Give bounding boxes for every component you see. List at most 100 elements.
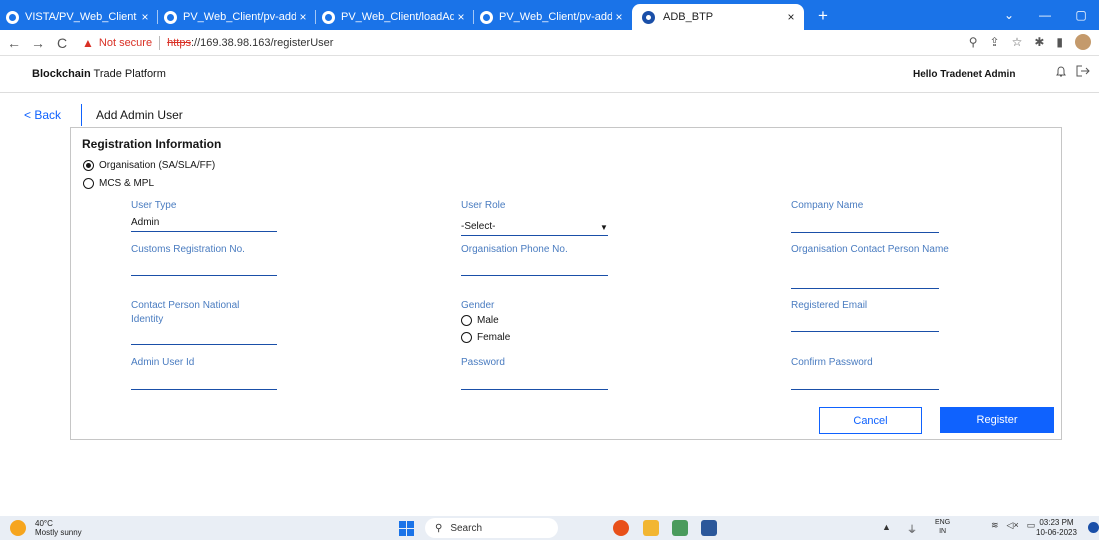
notification-center-icon[interactable]	[1088, 522, 1099, 533]
admin-user-id-label: Admin User Id	[131, 357, 195, 368]
browser-tab-1[interactable]: VISTA/PV_Web_Client at feat ×	[0, 4, 158, 30]
admin-user-id-field[interactable]	[131, 389, 277, 390]
registration-form-card: Registration Information Organisation (S…	[70, 127, 1062, 440]
share-icon[interactable]: ⇪	[990, 35, 1000, 49]
contact-national-id-label: Contact Person National Identity	[131, 300, 240, 325]
radio-selected-icon[interactable]	[83, 160, 94, 171]
radio-unselected-icon[interactable]	[83, 178, 94, 189]
radio-unselected-icon[interactable]	[461, 332, 472, 343]
tab-close-icon[interactable]: ×	[296, 10, 310, 24]
back-arrow-icon[interactable]: ←	[4, 35, 24, 51]
browser-tab-4[interactable]: PV_Web_Client/pv-address- ×	[474, 4, 632, 30]
clock[interactable]: 03:23 PM 10-06-2023	[1036, 518, 1077, 538]
wifi-icon[interactable]: ≋	[991, 520, 999, 531]
address-bar: ← → C ▲ Not secure https ://169.38.98.16…	[0, 30, 1099, 56]
radio-organisation[interactable]: Organisation (SA/SLA/FF)	[83, 160, 215, 171]
zoom-icon[interactable]: ⚲	[969, 35, 978, 49]
restore-icon[interactable]: ▢	[1063, 8, 1099, 22]
weather-condition: Mostly sunny	[35, 528, 82, 537]
not-secure-label[interactable]: Not secure	[99, 37, 152, 49]
app-favicon-icon	[642, 10, 655, 24]
page-title: Add Admin User	[96, 108, 183, 122]
brand-bold: Blockchain	[32, 68, 91, 80]
tab-title: PV_Web_Client/pv-address-	[183, 11, 296, 23]
radio-gender-female[interactable]: Female	[461, 332, 510, 343]
chevron-down-icon[interactable]: ▼	[600, 223, 608, 232]
tab-close-icon[interactable]: ×	[454, 10, 468, 24]
customs-registration-label: Customs Registration No.	[131, 244, 245, 255]
volume-icon[interactable]: ◁×	[1007, 520, 1019, 531]
radio-label: MCS & MPL	[99, 178, 155, 189]
user-role-select[interactable]: -Select-	[461, 221, 495, 232]
back-link[interactable]: < Back	[24, 108, 61, 122]
search-label: Search	[450, 522, 483, 534]
tab-title: ADB_BTP	[663, 11, 714, 23]
browser-tab-active[interactable]: ADB_BTP ×	[632, 4, 804, 30]
file-explorer-icon[interactable]	[643, 520, 659, 536]
windows-start-icon[interactable]	[399, 521, 414, 536]
registered-email-field[interactable]	[791, 331, 939, 332]
brand-rest: Trade Platform	[90, 68, 166, 80]
sidepanel-icon[interactable]: ▮	[1056, 35, 1063, 49]
new-tab-button[interactable]: +	[810, 4, 836, 30]
forward-arrow-icon[interactable]: →	[28, 35, 48, 51]
notepad-icon[interactable]	[672, 520, 688, 536]
minimize-icon[interactable]: —	[1027, 8, 1063, 22]
org-contact-person-field[interactable]	[791, 288, 939, 289]
user-type-field[interactable]	[131, 231, 277, 232]
window-controls: ⌄ — ▢	[991, 0, 1099, 30]
gender-label: Gender	[461, 300, 495, 311]
browser-tab-3[interactable]: PV_Web_Client/loadAddress ×	[316, 4, 474, 30]
tab-title: PV_Web_Client/pv-address-	[499, 11, 612, 23]
radio-gender-male[interactable]: Male	[461, 315, 499, 326]
profile-avatar[interactable]	[1075, 34, 1091, 50]
radio-label: Male	[477, 315, 499, 326]
warning-icon[interactable]: ▲	[82, 36, 94, 50]
registered-email-label: Registered Email	[791, 300, 868, 311]
time: 03:23 PM	[1039, 518, 1074, 527]
reload-icon[interactable]: C	[52, 35, 72, 51]
org-phone-label: Organisation Phone No.	[461, 244, 568, 255]
search-icon: ⚲	[435, 522, 443, 534]
radio-label: Organisation (SA/SLA/FF)	[99, 160, 216, 171]
divider	[81, 104, 83, 126]
extensions-icon[interactable]: ✱	[1034, 35, 1044, 49]
customs-registration-field[interactable]	[131, 275, 277, 276]
org-phone-field[interactable]	[461, 275, 608, 276]
chrome-app-icon[interactable]	[613, 520, 629, 536]
sun-icon	[10, 520, 26, 536]
weather-widget[interactable]: 40°C Mostly sunny	[10, 519, 82, 537]
logout-icon[interactable]	[1076, 65, 1090, 80]
temperature: 40°C	[35, 519, 53, 528]
tab-close-icon[interactable]: ×	[612, 10, 626, 24]
tray-overflow-icon[interactable]: ▲	[882, 522, 891, 532]
radio-mcs-mpl[interactable]: MCS & MPL	[83, 178, 154, 189]
url-scheme[interactable]: https	[167, 37, 191, 49]
usb-icon[interactable]: ⏚	[907, 521, 917, 536]
radio-label: Female	[477, 332, 511, 343]
url-text[interactable]: ://169.38.98.163/registerUser	[191, 37, 333, 49]
confirm-password-field[interactable]	[791, 389, 939, 390]
radio-unselected-icon[interactable]	[461, 315, 472, 326]
word-icon[interactable]	[701, 520, 717, 536]
taskbar-search[interactable]: ⚲ Search	[425, 518, 558, 538]
battery-icon[interactable]: ▭	[1027, 520, 1036, 531]
cancel-button[interactable]: Cancel	[819, 407, 922, 434]
user-role-underline	[461, 235, 608, 236]
contact-national-id-field[interactable]	[131, 344, 277, 345]
date: 10-06-2023	[1036, 528, 1077, 537]
browser-tab-2[interactable]: PV_Web_Client/pv-address- ×	[158, 4, 316, 30]
language-indicator[interactable]: ENG IN	[935, 518, 950, 536]
tab-search-icon[interactable]: ⌄	[991, 8, 1027, 22]
company-name-field[interactable]	[791, 232, 939, 233]
browser-toolbar-icons: ⚲ ⇪ ☆ ✱ ▮	[969, 34, 1091, 50]
tab-close-icon[interactable]: ×	[784, 10, 798, 24]
register-button[interactable]: Register	[940, 407, 1054, 433]
system-tray: ≋ ◁× ▭	[991, 520, 1035, 531]
password-field[interactable]	[461, 389, 608, 390]
tab-close-icon[interactable]: ×	[138, 10, 152, 24]
org-contact-person-label: Organisation Contact Person Name	[791, 244, 949, 255]
notification-bell-icon[interactable]	[1055, 66, 1067, 81]
divider	[159, 35, 161, 50]
star-icon[interactable]: ☆	[1012, 35, 1023, 49]
